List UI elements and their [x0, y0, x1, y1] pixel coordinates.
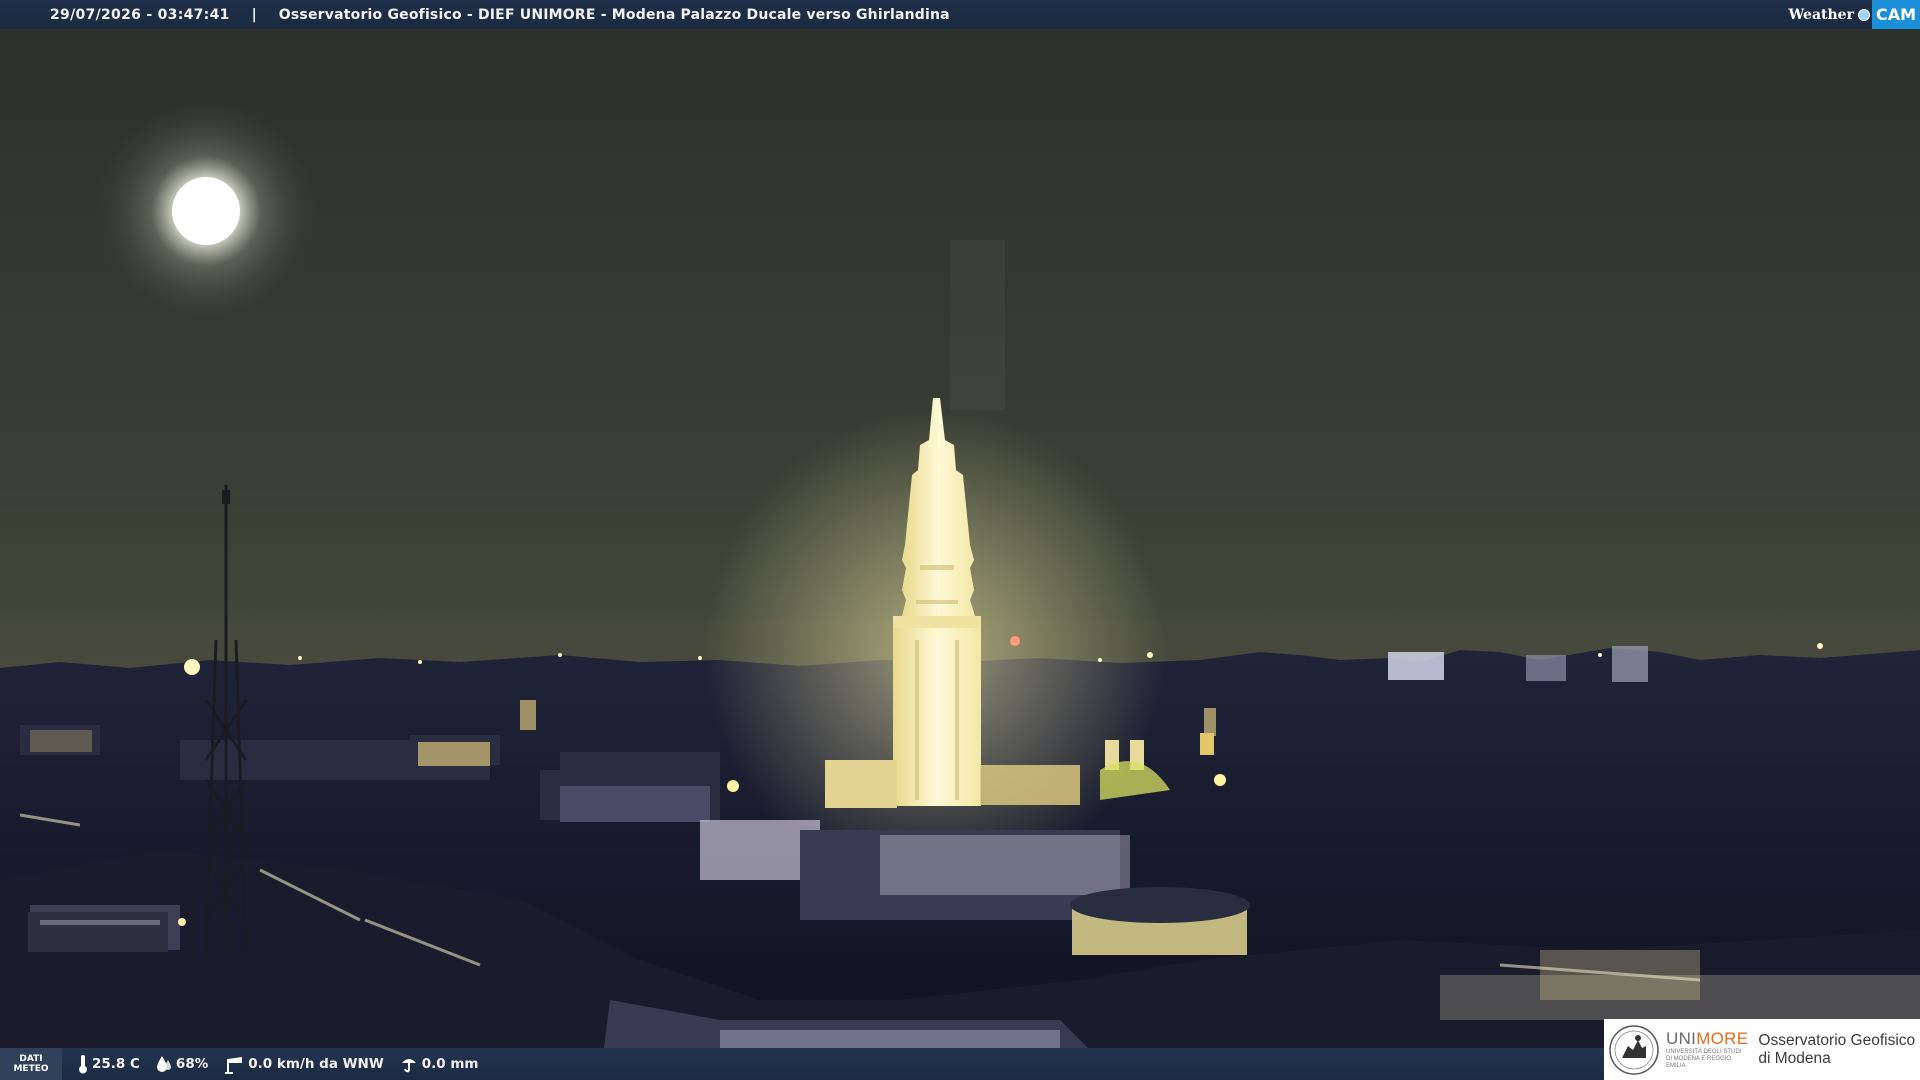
unimore-subtitle: UNIVERSITÀ DEGLI STUDI DI MODENA E REGGI…	[1666, 1049, 1742, 1069]
wind-icon	[225, 1057, 243, 1074]
unimore-observatory-logo: UNIMORE UNIVERSITÀ DEGLI STUDI DI MODENA…	[1604, 1019, 1920, 1080]
temperature-value: 25.8 C	[92, 1056, 140, 1072]
wind-readout: 0.0 km/h da WNW	[224, 1054, 384, 1074]
wind-value: 0.0 km/h da WNW	[248, 1056, 384, 1072]
timestamp: 29/07/2026 - 03:47:41	[50, 6, 230, 23]
webcam-view: 29/07/2026 - 03:47:41 | Osservatorio Geo…	[0, 0, 1920, 1080]
university-seal-icon	[1609, 1024, 1659, 1075]
humidity-readout: 68%	[156, 1055, 208, 1073]
unimore-wordmark: UNIMORE UNIVERSITÀ DEGLI STUDI DI MODENA…	[1666, 1029, 1749, 1069]
weathercam-logo: Weather CAM	[1788, 0, 1920, 29]
night-cityscape-image	[0, 0, 1920, 1080]
dati-meteo-label: DATI METEO	[0, 1048, 62, 1080]
weathercam-cam-text: CAM	[1871, 0, 1920, 29]
rain-value: 0.0 mm	[421, 1056, 479, 1072]
thermometer-icon	[79, 1055, 87, 1074]
rain-gauge-icon	[401, 1059, 416, 1073]
top-info-bar: 29/07/2026 - 03:47:41 | Osservatorio Geo…	[0, 0, 1920, 29]
humidity-value: 68%	[175, 1056, 209, 1072]
temperature-readout: 25.8 C	[78, 1054, 140, 1074]
humidity-drop-icon	[156, 1056, 171, 1072]
weathercam-dot-icon	[1857, 8, 1870, 21]
weathercam-weather-text: Weather	[1788, 6, 1854, 23]
title-separator: |	[251, 6, 257, 23]
weather-data-bar: DATI METEO 25.8 C 68% 0.0 km/h da WNW 0.…	[0, 1048, 1604, 1080]
camera-title: Osservatorio Geofisico - DIEF UNIMORE - …	[278, 6, 950, 23]
rain-readout: 0.0 mm	[400, 1055, 479, 1073]
observatory-name: Osservatorio Geofisico di Modena	[1758, 1031, 1916, 1067]
